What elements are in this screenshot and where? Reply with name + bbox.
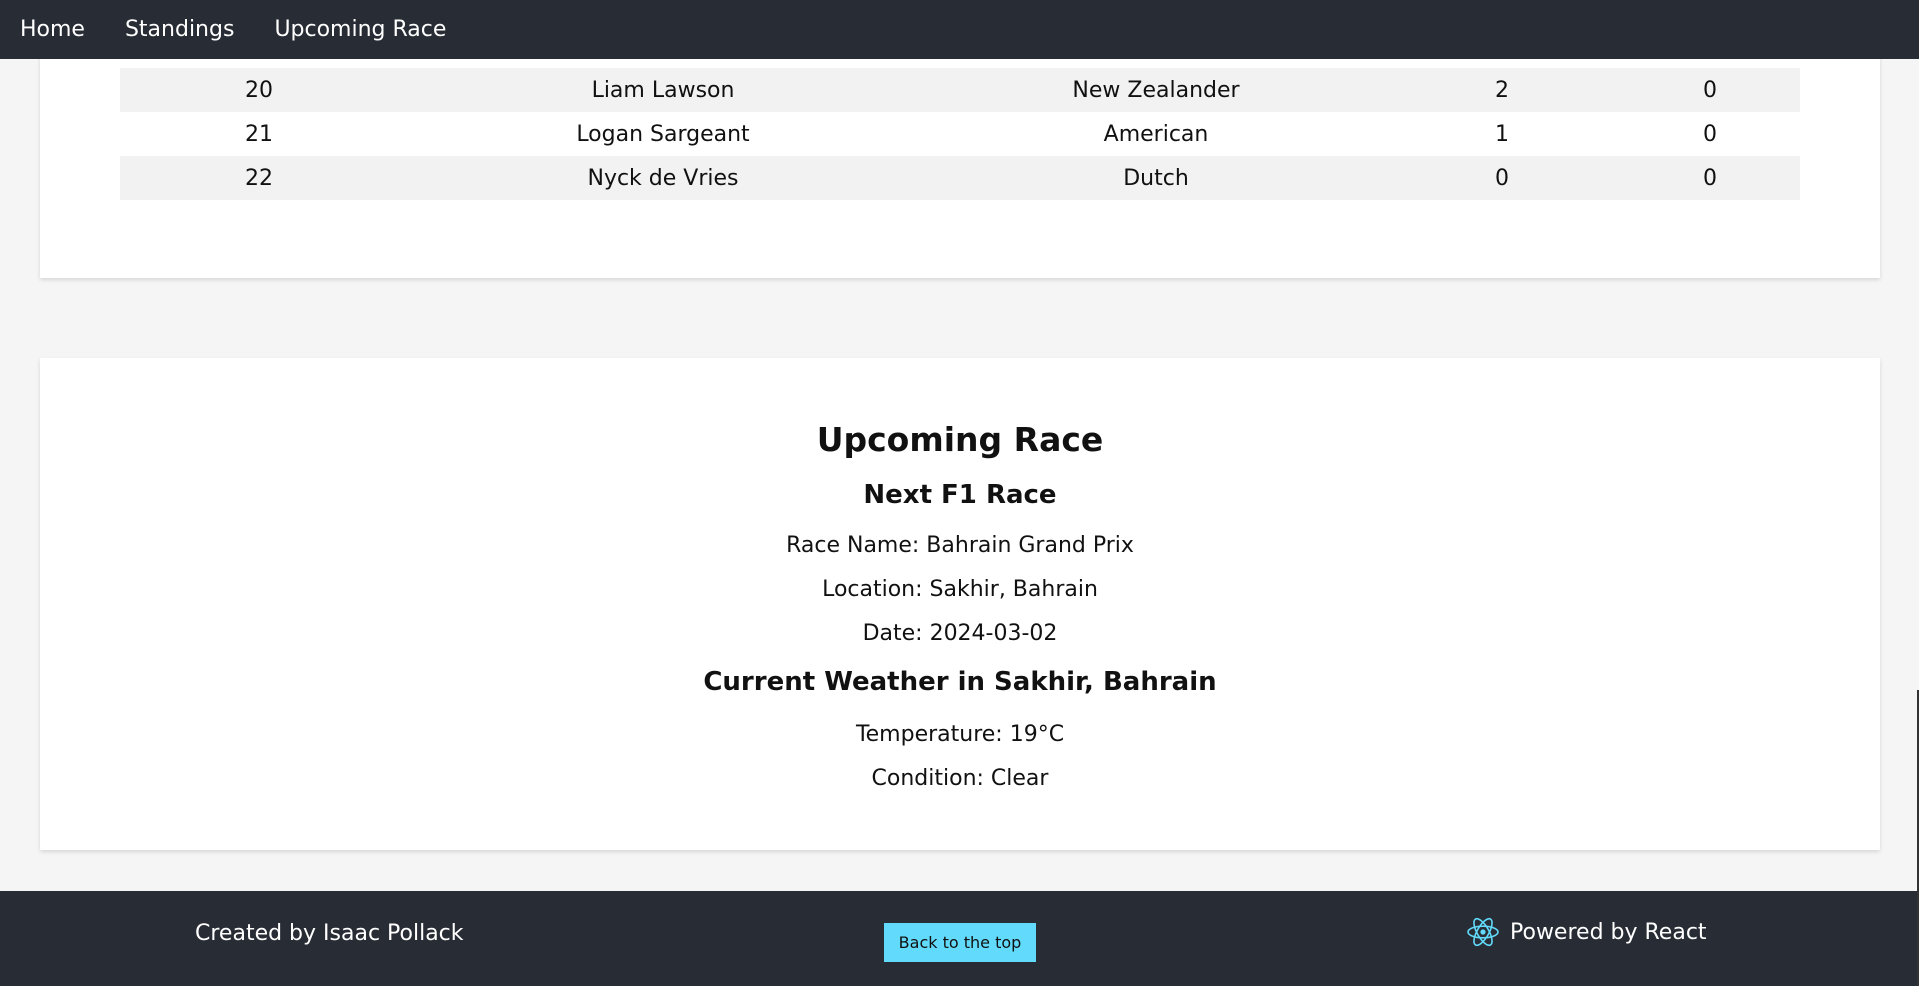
driver-name-cell: Logan Sargeant [576,121,750,147]
position-cell: 21 [245,121,273,147]
driver-name-cell: Nyck de Vries [587,165,739,191]
position-cell: 20 [245,77,273,103]
table-row: 21 Logan Sargeant American 1 0 [120,112,1800,156]
back-to-top-button[interactable]: Back to the top [884,923,1036,962]
standings-card: 20 Liam Lawson New Zealander 2 0 21 Loga… [40,30,1880,278]
wins-cell: 0 [1703,121,1717,147]
temperature-text: Temperature: 19°C [855,722,1065,747]
page-footer: Created by Isaac Pollack Back to the top… [0,891,1919,986]
upcoming-race-card: Upcoming Race Next F1 Race Race Name: Ba… [40,358,1880,850]
points-cell: 1 [1495,121,1509,147]
race-location-text: Location: Sakhir, Bahrain [822,577,1098,602]
upcoming-race-heading: Upcoming Race [816,420,1104,459]
top-navbar: Home Standings Upcoming Race [0,0,1919,59]
race-date-text: Date: 2024-03-02 [862,621,1058,646]
next-race-subheading: Next F1 Race [863,480,1057,510]
weather-heading: Current Weather in Sakhir, Bahrain [703,667,1217,697]
standings-table: 20 Liam Lawson New Zealander 2 0 21 Loga… [120,68,1800,200]
table-row: 20 Liam Lawson New Zealander 2 0 [120,68,1800,112]
table-row: 22 Nyck de Vries Dutch 0 0 [120,156,1800,200]
powered-by-text: Powered by React [1510,919,1707,945]
position-cell: 22 [245,165,273,191]
nav-upcoming-race-link[interactable]: Upcoming Race [274,17,446,42]
nav-standings-link[interactable]: Standings [125,17,234,42]
race-name-text: Race Name: Bahrain Grand Prix [786,533,1134,558]
author-credit: Created by Isaac Pollack [195,921,464,946]
driver-name-cell: Liam Lawson [591,77,735,103]
nationality-cell: Dutch [1123,165,1189,191]
nav-home-link[interactable]: Home [20,17,85,42]
condition-text: Condition: Clear [871,766,1049,791]
powered-by-react: Powered by React [1466,915,1707,949]
points-cell: 2 [1495,77,1509,103]
nationality-cell: American [1103,121,1209,147]
wins-cell: 0 [1703,165,1717,191]
points-cell: 0 [1495,165,1509,191]
wins-cell: 0 [1703,77,1717,103]
react-logo-icon [1466,915,1500,949]
nationality-cell: New Zealander [1072,77,1240,103]
